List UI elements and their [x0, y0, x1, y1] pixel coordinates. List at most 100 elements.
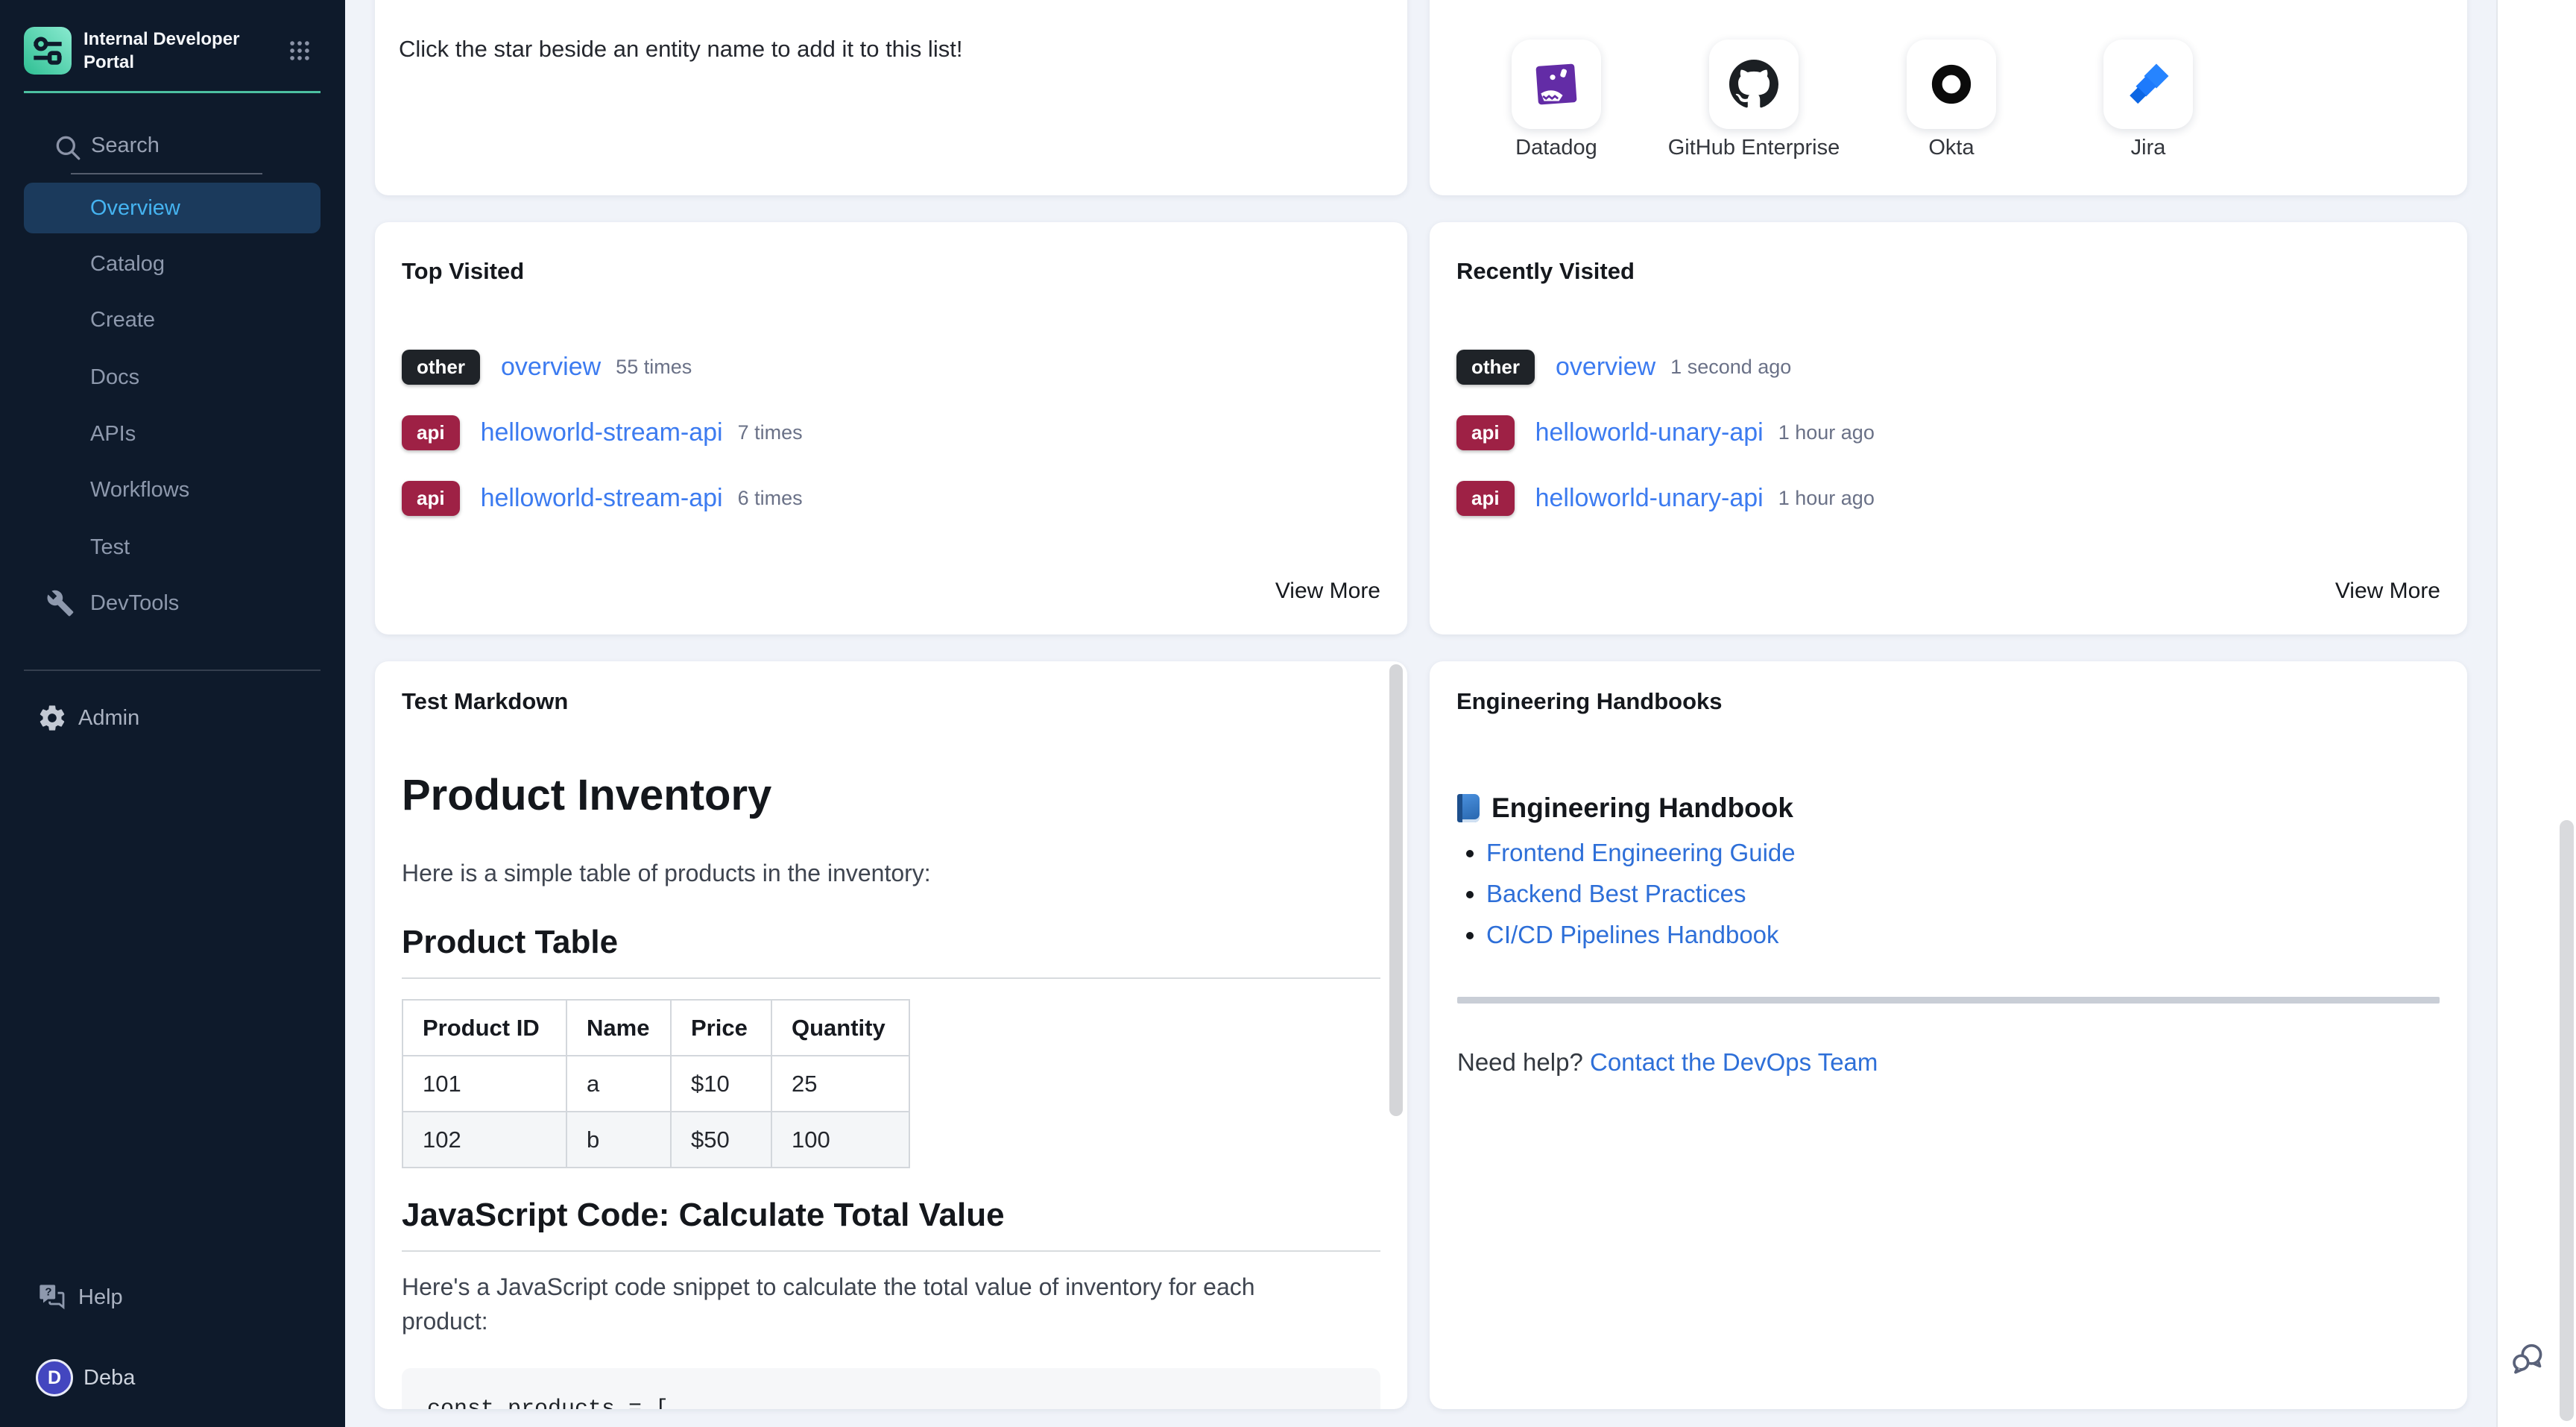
okta-icon — [1927, 60, 1976, 109]
page-scrollbar-thumb[interactable] — [2560, 820, 2574, 1421]
handbook-link[interactable]: Backend Best Practices — [1486, 880, 1746, 907]
sidebar-item-overview[interactable]: Overview — [24, 183, 321, 233]
sidebar-item-devtools[interactable]: DevTools — [24, 578, 321, 629]
sidebar-item-create[interactable]: Create — [24, 294, 321, 345]
table-cell: 101 — [402, 1056, 566, 1112]
test-markdown-card: Test Markdown Product Inventory Here is … — [375, 661, 1407, 1409]
column-header: Product ID — [402, 1000, 566, 1056]
card-title: Recently Visited — [1456, 258, 1635, 285]
tool-label: Datadog — [1459, 136, 1653, 160]
sidebar-item-label: Docs — [90, 365, 139, 390]
sidebar-item-apis[interactable]: APIs — [24, 409, 321, 459]
tool-okta[interactable] — [1907, 40, 1996, 129]
recently-visited-card: Recently Visited other overview 1 second… — [1430, 222, 2467, 634]
apps-grid-icon[interactable] — [287, 38, 312, 63]
tool-github-enterprise[interactable] — [1709, 40, 1799, 129]
card-scrollbar-thumb[interactable] — [1389, 664, 1403, 1116]
handbook-link[interactable]: CI/CD Pipelines Handbook — [1486, 921, 1779, 948]
search-input[interactable]: Search — [24, 125, 321, 174]
sidebar-item-catalog[interactable]: Catalog — [24, 239, 321, 289]
column-header: Name — [566, 1000, 671, 1056]
top-visited-card: Top Visited other overview 55 times api … — [375, 222, 1407, 634]
kind-badge: api — [1456, 415, 1515, 450]
markdown-h2-js-code: JavaScript Code: Calculate Total Value — [402, 1197, 1380, 1234]
sidebar-item-docs[interactable]: Docs — [24, 352, 321, 403]
datadog-icon — [1532, 60, 1581, 109]
tool-label: Jira — [2051, 136, 2245, 160]
starred-entities-card: Click the star beside an entity name to … — [375, 0, 1407, 195]
entity-link[interactable]: helloworld-unary-api — [1535, 484, 1764, 513]
avatar: D — [36, 1359, 73, 1396]
svg-text:?: ? — [45, 1286, 51, 1299]
thick-divider — [1457, 997, 2440, 1004]
card-title: Top Visited — [402, 258, 524, 285]
kind-badge: other — [402, 350, 480, 385]
visit-time: 1 hour ago — [1778, 421, 1875, 444]
user-name: Deba — [83, 1366, 135, 1390]
visit-count: 6 times — [738, 487, 803, 510]
list-item: CI/CD Pipelines Handbook — [1486, 922, 1796, 948]
code-block: const products = [ — [402, 1368, 1380, 1409]
visited-row: other overview 1 second ago — [1456, 346, 1791, 388]
markdown-h1: Product Inventory — [402, 770, 771, 820]
view-more-button[interactable]: View More — [1275, 579, 1380, 604]
markdown-paragraph: Here's a JavaScript code snippet to calc… — [402, 1270, 1296, 1338]
visit-count: 55 times — [616, 356, 692, 379]
brand: Internal Developer Portal — [24, 27, 323, 75]
starred-entities-hint: Click the star beside an entity name to … — [399, 36, 962, 63]
search-placeholder: Search — [91, 133, 160, 158]
visit-count: 7 times — [738, 421, 803, 444]
sidebar-item-admin[interactable]: Admin — [24, 693, 321, 743]
kind-badge: other — [1456, 350, 1535, 385]
search-icon — [52, 132, 85, 165]
table-cell: 100 — [771, 1112, 909, 1168]
sidebar-item-label: APIs — [90, 422, 136, 447]
sidebar-item-label: Catalog — [90, 252, 165, 277]
handbook-links-list: Frontend Engineering Guide Backend Best … — [1486, 840, 1796, 963]
entity-link[interactable]: overview — [501, 353, 601, 382]
sidebar-divider — [24, 670, 321, 671]
visited-row: other overview 55 times — [402, 346, 692, 388]
right-utility-strip — [2496, 0, 2576, 1427]
sidebar-item-test[interactable]: Test — [24, 522, 321, 573]
help-chat-icon: ? — [37, 1282, 67, 1312]
visited-row: api helloworld-stream-api 6 times — [402, 477, 803, 519]
jira-icon — [2124, 60, 2173, 109]
tool-label: Okta — [1854, 136, 2048, 160]
kind-badge: api — [402, 415, 460, 450]
card-title: Engineering Handbooks — [1456, 688, 1723, 715]
visit-time: 1 hour ago — [1778, 487, 1875, 510]
contact-devops-link[interactable]: Contact the DevOps Team — [1590, 1048, 1878, 1076]
visited-row: api helloworld-unary-api 1 hour ago — [1456, 477, 1875, 519]
tool-label: GitHub Enterprise — [1657, 136, 1851, 160]
handbook-link[interactable]: Frontend Engineering Guide — [1486, 839, 1796, 866]
code-snippet: const products = [ — [427, 1396, 669, 1409]
view-more-button[interactable]: View More — [2335, 579, 2440, 604]
kind-badge: api — [1456, 481, 1515, 516]
engineering-handbooks-card: Engineering Handbooks Engineering Handbo… — [1430, 661, 2467, 1409]
app-logo-icon — [24, 27, 72, 75]
markdown-h2-product-table: Product Table — [402, 924, 1380, 961]
entity-link[interactable]: helloworld-stream-api — [481, 418, 723, 447]
tool-datadog[interactable] — [1512, 40, 1601, 129]
sidebar-item-help[interactable]: ? Help — [24, 1272, 321, 1323]
blue-book-icon — [1457, 794, 1480, 822]
main-content: Click the star beside an entity name to … — [345, 0, 2496, 1427]
markdown-paragraph: Here is a simple table of products in th… — [402, 860, 931, 887]
table-header-row: Product ID Name Price Quantity — [402, 1000, 909, 1056]
avatar-initial: D — [48, 1367, 61, 1389]
search-underline — [71, 173, 262, 174]
github-icon — [1729, 60, 1778, 109]
tool-jira[interactable] — [2103, 40, 2193, 129]
sidebar-item-workflows[interactable]: Workflows — [24, 464, 321, 515]
heading-rule — [402, 1250, 1380, 1252]
user-menu[interactable]: D Deba — [24, 1352, 321, 1403]
feedback-chat-icon[interactable] — [2508, 1339, 2547, 1378]
entity-link[interactable]: overview — [1556, 353, 1655, 382]
entity-link[interactable]: helloworld-unary-api — [1535, 418, 1764, 447]
table-row: 102 b $50 100 — [402, 1112, 909, 1168]
visited-row: api helloworld-unary-api 1 hour ago — [1456, 412, 1875, 453]
entity-link[interactable]: helloworld-stream-api — [481, 484, 723, 513]
column-header: Price — [671, 1000, 771, 1056]
toolkit-card: Datadog GitHub Enterprise Okta Jira — [1430, 0, 2467, 195]
